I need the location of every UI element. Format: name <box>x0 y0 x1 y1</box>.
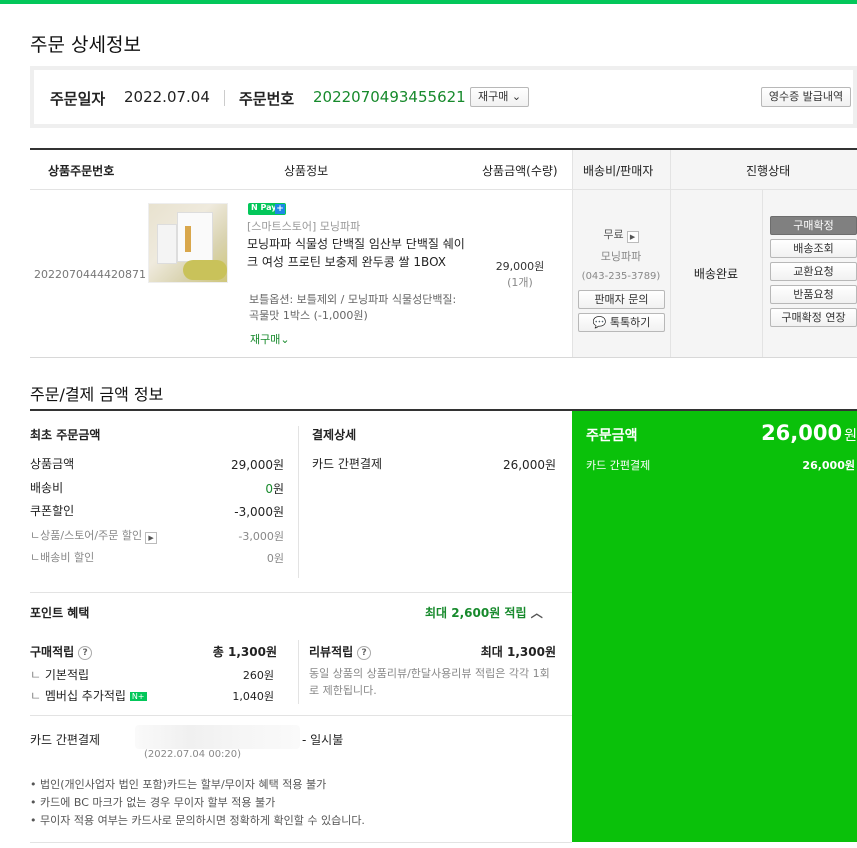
total-amount: 26,000 원 <box>761 421 857 445</box>
basic-points-label: ㄴ 기본적립 <box>30 668 90 682</box>
note-item: • 카드에 BC 마크가 없는 경우 무이자 할부 적용 불가 <box>30 796 276 809</box>
track-delivery-button[interactable]: 배송조회 <box>770 239 857 258</box>
th-status: 진행상태 <box>746 164 791 178</box>
order-date-value: 2022.07.04 <box>124 88 210 106</box>
coupon-value: -3,000원 <box>234 505 284 519</box>
th-product-info: 상품정보 <box>284 164 329 178</box>
ship-discount-value: 0원 <box>266 552 284 565</box>
shipping-label: 배송비 <box>30 481 64 495</box>
npay-badge: N Pay + <box>248 203 286 215</box>
review-points-desc: 동일 상품의 상품리뷰/한달사용리뷰 적립은 각각 1회로 제한됩니다. <box>309 667 550 697</box>
summary-method-value: 26,000원 <box>802 459 855 472</box>
original-amount-title: 최초 주문금액 <box>30 428 101 442</box>
member-points-label: ㄴ 멤버십 추가적립 N+ <box>30 689 147 703</box>
help-icon[interactable]: ? <box>78 646 93 660</box>
product-price: 29,000원 <box>495 260 545 273</box>
store-discount-value: -3,000원 <box>238 530 284 543</box>
confirm-purchase-button[interactable]: 구매확정 <box>770 216 857 235</box>
product-option: 보틀옵션: 보틀제외 / 모닝파파 식물성단백질: 곡물맛 1박스 (-1,00… <box>249 293 457 322</box>
npay-label: N Pay <box>251 203 277 212</box>
order-date-label: 주문일자 <box>50 90 106 108</box>
product-qty: (1개) <box>507 276 533 289</box>
note-item: • 법인(개인사업자 법인 포함)카드는 할부/무이자 혜택 적용 불가 <box>30 778 327 791</box>
payment-detail-title: 결제상세 <box>312 428 357 442</box>
points-title: 포인트 혜택 <box>30 606 90 620</box>
col-divider <box>670 150 671 357</box>
return-request-button[interactable]: 반품요청 <box>770 285 857 304</box>
purchase-points-title: 구매적립? <box>30 643 93 660</box>
coupon-label: 쿠폰할인 <box>30 504 75 518</box>
payment-method-value: 26,000원 <box>502 458 556 472</box>
arrow-right-icon[interactable]: ▶ <box>145 532 158 544</box>
store-name[interactable]: [스마트스토어] 모닝파파 <box>247 218 360 234</box>
seller-phone: (043-235-3789) <box>581 271 661 282</box>
card-installment: - 일시불 <box>302 733 344 747</box>
chevron-down-icon: ⌄ <box>511 90 522 103</box>
points-max[interactable]: 최대 2,600원 적립 ︿ <box>425 604 543 621</box>
table-bottom-border <box>30 357 857 358</box>
rebuy-button[interactable]: 재구매 ⌄ <box>470 87 529 107</box>
divider <box>30 715 572 716</box>
col-divider <box>762 190 763 357</box>
product-name[interactable]: 모닝파파 식물성 단백질 임산부 단백질 쉐이크 여성 프로틴 보충제 완두콩 … <box>247 235 472 271</box>
col-divider <box>572 150 573 357</box>
col-divider <box>298 640 299 704</box>
chat-icon: 💬 <box>592 316 607 329</box>
seller-inquiry-button[interactable]: 판매자 문의 <box>578 290 665 309</box>
th-item-order-no: 상품주문번호 <box>48 164 115 178</box>
payment-section-title: 주문/결제 금액 정보 <box>30 385 164 404</box>
chevron-up-icon: ︿ <box>530 606 543 620</box>
order-info-box: 주문일자 2022.07.04 주문번호 2022070493455621 재구… <box>30 66 857 128</box>
divider <box>30 592 572 593</box>
summary-method-label: 카드 간편결제 <box>586 459 651 472</box>
note-item: • 무이자 적용 여부는 카드사로 문의하시면 정확하게 확인할 수 있습니다. <box>30 814 365 827</box>
ship-discount-label: ㄴ배송비 할인 <box>30 551 95 564</box>
divider <box>30 842 572 843</box>
item-order-number: 2022070444420871 <box>34 268 146 281</box>
card-number-masked <box>135 725 300 749</box>
extend-confirm-button[interactable]: 구매확정 연장 <box>770 308 857 327</box>
store-discount-label: ㄴ상품/스토어/주문 할인 ▶ <box>30 527 158 544</box>
purchase-points-total: 총 1,300원 <box>212 645 277 659</box>
arrow-right-icon: ▶ <box>626 231 639 243</box>
help-icon[interactable]: ? <box>357 646 372 660</box>
exchange-request-button[interactable]: 교환요청 <box>770 262 857 281</box>
member-points-value: 1,040원 <box>232 690 274 703</box>
header-divider <box>30 189 857 190</box>
order-number-label: 주문번호 <box>239 90 295 108</box>
product-amount-value: 29,000원 <box>230 458 284 472</box>
th-price-qty: 상품금액(수량) <box>482 164 558 178</box>
order-status: 배송완료 <box>693 267 739 281</box>
payment-method-label: 카드 간편결제 <box>312 457 383 471</box>
product-amount-label: 상품금액 <box>30 457 75 471</box>
page-title: 주문 상세정보 <box>30 34 141 56</box>
top-accent-bar <box>0 0 857 4</box>
plus-icon: + <box>275 204 285 214</box>
card-datetime: (2022.07.04 00:20) <box>144 749 242 760</box>
col-divider <box>298 426 299 578</box>
basic-points-value: 260원 <box>242 669 274 682</box>
review-points-total: 최대 1,300원 <box>480 645 556 659</box>
divider <box>224 90 225 106</box>
talk-button[interactable]: 💬 톡톡하기 <box>578 313 665 332</box>
shipping-value: 0원 <box>265 482 284 496</box>
shipping-fee[interactable]: 무료 ▶ <box>578 226 664 243</box>
seller-name: 모닝파파 <box>600 250 642 263</box>
receipt-history-button[interactable]: 영수증 발급내역 <box>761 87 851 107</box>
payment-summary-panel: 주문금액 26,000 원 카드 간편결제 26,000원 <box>572 411 857 842</box>
card-label: 카드 간편결제 <box>30 733 101 747</box>
product-thumbnail[interactable] <box>148 203 228 283</box>
order-number-value: 2022070493455621 <box>313 88 466 106</box>
total-label: 주문금액 <box>586 428 638 444</box>
npay-plus-icon: N+ <box>129 692 147 701</box>
rebuy-link[interactable]: 재구매⌄ <box>250 331 290 347</box>
th-shipping-seller: 배송비/판매자 <box>583 164 654 178</box>
chevron-down-icon: ⌄ <box>280 333 290 346</box>
review-points-title: 리뷰적립? <box>309 643 372 660</box>
